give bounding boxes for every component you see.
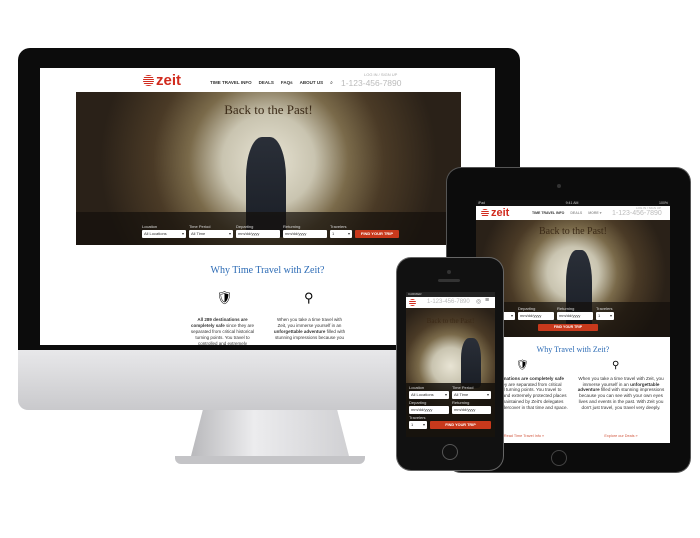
logo-text: zeit xyxy=(156,72,182,89)
why-heading: Why Travel with Zeit? xyxy=(536,345,610,354)
deals-link[interactable]: Explore our Deals » xyxy=(581,434,661,438)
returning-input[interactable]: mm/dd/yyyy xyxy=(452,406,491,414)
bicycle-icon: ⚲ xyxy=(304,290,314,305)
logo-icon xyxy=(143,75,154,86)
imac-base xyxy=(175,456,365,464)
phone-number: 1-123-456-7890 xyxy=(612,210,662,217)
iphone-home-button[interactable] xyxy=(442,444,458,460)
search-bar: Location All Locations ▾ Time Period All Ti… xyxy=(406,383,495,437)
find-trip-button[interactable]: FIND YOUR TRIP xyxy=(355,230,399,238)
hero-banner: Back to the Past! Time PeriodAll Time▾ D… xyxy=(476,220,670,337)
travelers-select[interactable]: 1 ▾ xyxy=(596,312,614,320)
logo[interactable]: zeit xyxy=(143,72,181,89)
nav-deals[interactable]: DEALS xyxy=(259,80,274,86)
phone-number: 1-123-456-7890 xyxy=(427,299,470,305)
returning-label: Returning xyxy=(283,224,301,229)
nav-time-travel-info[interactable]: TIME TRAVEL INFO xyxy=(210,80,252,86)
feature-adventure: When you take a time travel with Zeit, y… xyxy=(577,376,665,410)
location-select[interactable]: All Locations ▾ xyxy=(142,230,186,238)
phone-screen: CARRIER 1-123-456-7890 ◎ ≡ Back to the P… xyxy=(406,292,495,437)
bicycle-icon: ⚲ xyxy=(612,360,620,371)
search-icon[interactable]: ⌕ xyxy=(330,80,333,86)
main-nav: TIME TRAVEL INFO DEALS FAQs ABOUT US ⌕ xyxy=(210,80,333,86)
account-icon[interactable]: ◎ xyxy=(476,298,481,305)
ipad-camera xyxy=(557,184,561,188)
logo[interactable]: zeit xyxy=(481,207,509,219)
departing-input[interactable]: mm/dd/yyyy xyxy=(236,230,280,238)
desktop-header: zeit TIME TRAVEL INFO DEALS FAQs ABOUT U… xyxy=(40,68,495,92)
travelers-select[interactable]: 1 ▾ xyxy=(409,421,427,429)
nav-time-travel-info[interactable]: TIME TRAVEL INFO xyxy=(532,211,564,215)
hero-title: Back to the Past! xyxy=(538,226,608,237)
status-bar: CARRIER xyxy=(406,292,495,297)
period-select[interactable]: All Time▾ xyxy=(189,230,233,238)
feature-safe: All 289 destinations are completely safe… xyxy=(190,317,255,345)
hero-banner: Back to the Past! Location All Locations ▾… xyxy=(76,92,461,245)
search-bar: Location All Locations ▾ Time Period All Ti… xyxy=(76,212,461,245)
tablet-screen: iPad 9:41 AM 100% zeit TIME TRAVEL INFO DE… xyxy=(476,200,670,443)
hero-title: Back to the Past! xyxy=(224,102,313,117)
departing-label: Departing xyxy=(236,224,254,229)
phone-number: 1-123-456-7890 xyxy=(341,78,402,88)
ipad-home-button[interactable] xyxy=(551,450,567,466)
logo-icon[interactable] xyxy=(409,299,416,306)
travelers-label: Travelers xyxy=(330,224,347,229)
departing-input[interactable]: mm/dd/yyyy xyxy=(518,312,554,320)
shield-icon: 🛡 xyxy=(216,290,233,305)
nav-deals[interactable]: DEALS xyxy=(570,211,582,215)
nav-about-us[interactable]: ABOUT US xyxy=(300,80,324,86)
travelers-select[interactable]: 1 ▾ xyxy=(330,230,352,238)
hero-banner: Back to the Past! Location All Locations ▾… xyxy=(406,308,495,437)
nav-more[interactable]: MORE ▾ xyxy=(588,211,601,215)
menu-icon[interactable]: ≡ xyxy=(485,297,489,304)
departing-input[interactable]: mm/dd/yyyy xyxy=(409,406,449,414)
location-select[interactable]: All Locations ▾ xyxy=(409,391,449,399)
returning-input[interactable]: mm/dd/yyyy xyxy=(557,312,593,320)
iphone-camera xyxy=(447,270,451,274)
shield-icon: 🛡 xyxy=(516,360,529,371)
login-link[interactable]: LOG IN / SIGN UP xyxy=(364,72,397,77)
imac-stand xyxy=(190,410,350,460)
hero-title: Back to the Past! xyxy=(426,317,475,325)
main-nav: TIME TRAVEL INFO DEALS MORE ▾ xyxy=(532,211,601,215)
nav-faqs[interactable]: FAQs xyxy=(281,80,293,86)
returning-input[interactable]: mm/dd/yyyy xyxy=(283,230,327,238)
location-label: Location xyxy=(142,224,158,229)
find-trip-button[interactable]: FIND YOUR TRIP xyxy=(538,324,598,331)
search-bar: Time PeriodAll Time▾ Departingmm/dd/yyyy… xyxy=(476,302,670,337)
find-trip-button[interactable]: FIND YOUR TRIP xyxy=(430,421,491,429)
iphone-speaker xyxy=(438,279,460,282)
period-select[interactable]: All Time▾ xyxy=(452,391,491,399)
feature-adventure: When you take a time travel with Zeit, y… xyxy=(273,317,346,341)
period-label: Time Period xyxy=(189,224,211,229)
